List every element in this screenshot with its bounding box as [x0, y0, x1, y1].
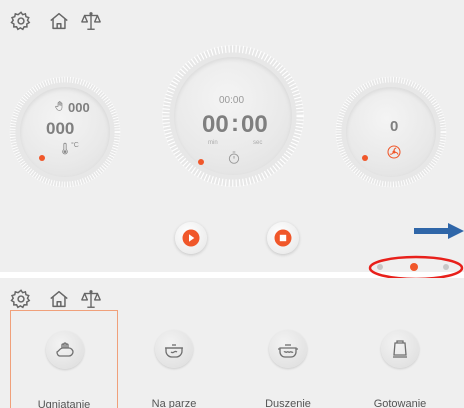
stop-button[interactable] — [267, 222, 299, 254]
blue-arrow-annotation — [414, 223, 464, 239]
main-value: 000 — [46, 119, 75, 138]
fan-icon — [385, 143, 403, 166]
temperature-unit: °C — [71, 142, 79, 149]
home-icon[interactable] — [48, 10, 70, 32]
timer-small: 00:00 — [219, 95, 245, 106]
top-toolbar — [0, 0, 464, 40]
hand-icon — [54, 100, 66, 115]
play-icon — [182, 229, 200, 247]
mode-tile-ugniatanie[interactable]: Ugniatanie — [10, 310, 118, 408]
fan-speed-dial[interactable]: 0 — [334, 75, 448, 189]
stop-icon — [274, 229, 292, 247]
mode-label: Ugniatanie — [37, 399, 91, 408]
stopwatch-icon — [226, 150, 242, 171]
mode-label: Na parze — [151, 398, 197, 408]
home-icon[interactable] — [48, 288, 70, 310]
gear-icon[interactable] — [10, 288, 32, 310]
hand-weight-value: 000 — [68, 100, 90, 115]
scale-icon[interactable] — [80, 288, 102, 310]
timer-seconds: 00 — [241, 111, 268, 138]
kettle-icon — [381, 330, 419, 368]
speed-value: 0 — [390, 118, 399, 135]
stew-pot-icon — [269, 330, 307, 368]
weight-temperature-dial[interactable]: 000 000 °C — [8, 75, 122, 189]
gear-icon[interactable] — [10, 10, 32, 32]
main-control-screen: 000 000 °C 00:00 00 : 00 min sec 0 — [0, 0, 464, 272]
mode-tile-gotowanie[interactable]: Gotowanie — [346, 310, 454, 408]
mode-tile-duszenie[interactable]: Duszenie — [234, 310, 342, 408]
mode-label: Duszenie — [265, 398, 311, 408]
mode-tile-na-parze[interactable]: Na parze — [120, 310, 228, 408]
kneading-hand-icon — [46, 331, 84, 369]
mode-label: Gotowanie — [373, 398, 427, 408]
timer-minutes: 00 — [202, 111, 229, 138]
seconds-label: sec — [253, 140, 263, 146]
timer-separator: : — [231, 110, 239, 137]
thermometer-icon — [58, 142, 72, 161]
indicator-dot — [39, 155, 45, 161]
timer-dial[interactable]: 00:00 00 : 00 min sec — [160, 43, 306, 189]
steamer-pot-icon — [155, 330, 193, 368]
scale-icon[interactable] — [80, 10, 102, 32]
indicator-dot — [362, 155, 368, 161]
play-button[interactable] — [175, 222, 207, 254]
indicator-dot — [198, 159, 204, 165]
minutes-label: min — [208, 140, 218, 146]
